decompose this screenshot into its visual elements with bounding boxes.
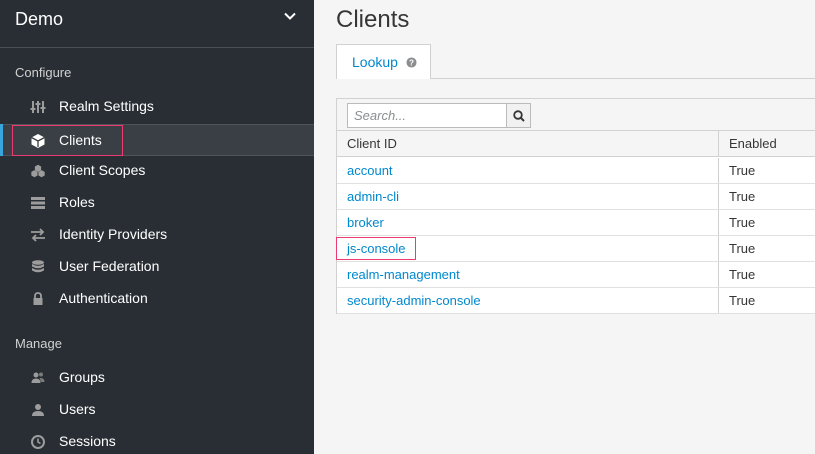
sidebar-item-user-federation[interactable]: User Federation (0, 251, 314, 283)
client-id-link[interactable]: admin-cli (347, 189, 399, 204)
client-id-link[interactable]: account (347, 163, 393, 178)
table-header: Client ID Enabled (337, 131, 815, 157)
database-icon (32, 260, 44, 273)
tab-label: Lookup (352, 54, 398, 70)
enabled-value: True (729, 215, 756, 230)
question-circle-icon[interactable]: ? (406, 57, 417, 68)
sidebar-item-clients[interactable]: Clients (0, 124, 314, 156)
table-row: realm-management True (337, 262, 815, 288)
sidebar-item-label: Client Scopes (59, 162, 146, 178)
client-id-link[interactable]: broker (347, 215, 384, 230)
lock-icon (33, 292, 43, 305)
client-id-link[interactable]: security-admin-console (347, 293, 481, 308)
table-row: admin-cli True (337, 184, 815, 210)
column-divider (718, 184, 719, 209)
enabled-value: True (729, 163, 756, 178)
cube-icon (31, 134, 45, 148)
column-header-client-id[interactable]: Client ID (347, 136, 397, 151)
chevron-down-icon (284, 12, 296, 20)
sidebar-item-identity-providers[interactable]: Identity Providers (0, 219, 314, 251)
exchange-icon (31, 228, 45, 242)
search-input[interactable] (347, 103, 507, 128)
sidebar-item-realm-settings[interactable]: Realm Settings (0, 91, 314, 123)
table-row: security-admin-console True (337, 288, 815, 314)
cubes-icon (31, 164, 45, 178)
search-icon (513, 110, 525, 122)
sidebar-item-label: Realm Settings (59, 98, 154, 114)
column-divider (718, 131, 719, 156)
sidebar-item-label: Users (59, 401, 96, 417)
table-row: broker True (337, 210, 815, 236)
svg-text:?: ? (409, 58, 414, 67)
sidebar-item-label: User Federation (59, 258, 160, 274)
sidebar-item-roles[interactable]: Roles (0, 187, 314, 219)
column-divider (718, 210, 719, 235)
realm-selector[interactable]: Demo (0, 0, 314, 48)
clients-table-panel: Client ID Enabled account True admin-cli… (336, 98, 815, 314)
page-title: Clients (336, 6, 410, 33)
sidebar-item-groups[interactable]: Groups (0, 362, 314, 394)
sidebar-item-label: Sessions (59, 433, 116, 449)
column-divider (718, 236, 719, 261)
sidebar-item-label: Roles (59, 194, 95, 210)
sidebar-item-authentication[interactable]: Authentication (0, 283, 314, 315)
sidebar: Demo Configure Realm Settings Clients Cl… (0, 0, 314, 454)
sidebar-item-label: Clients (59, 132, 102, 148)
section-label-configure: Configure (15, 65, 72, 80)
user-icon (32, 404, 44, 416)
column-divider (718, 158, 719, 183)
sliders-icon (30, 101, 46, 113)
column-divider (718, 262, 719, 287)
enabled-value: True (729, 189, 756, 204)
column-header-enabled[interactable]: Enabled (729, 136, 777, 151)
enabled-value: True (729, 267, 756, 282)
main-content: Clients Lookup ? Client ID Enabled accou… (314, 0, 815, 454)
enabled-value: True (729, 241, 756, 256)
column-divider (718, 288, 719, 313)
client-id-link[interactable]: js-console (347, 241, 406, 256)
table-row: account True (337, 158, 815, 184)
table-toolbar (337, 99, 815, 131)
list-icon (31, 197, 45, 209)
tab-lookup[interactable]: Lookup ? (336, 44, 431, 79)
users-group-icon (31, 372, 45, 383)
sidebar-item-users[interactable]: Users (0, 394, 314, 426)
section-label-manage: Manage (15, 336, 62, 351)
clock-icon (31, 435, 45, 449)
sidebar-item-client-scopes[interactable]: Client Scopes (0, 155, 314, 187)
table-row: js-console True (337, 236, 815, 262)
enabled-value: True (729, 293, 756, 308)
realm-name: Demo (15, 9, 64, 29)
sidebar-item-sessions[interactable]: Sessions (0, 426, 314, 454)
search-button[interactable] (506, 103, 531, 128)
client-id-link[interactable]: realm-management (347, 267, 460, 282)
sidebar-item-label: Groups (59, 369, 105, 385)
sidebar-item-label: Authentication (59, 290, 148, 306)
sidebar-item-label: Identity Providers (59, 226, 168, 242)
